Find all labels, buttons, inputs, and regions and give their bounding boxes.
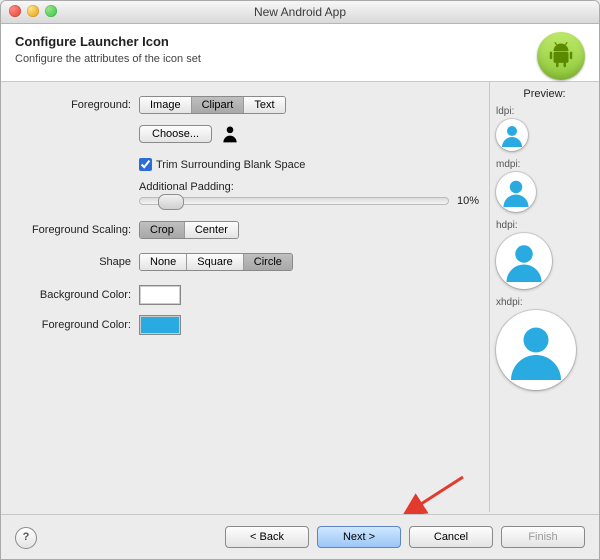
padding-label: Additional Padding: <box>139 181 234 193</box>
wizard-header: Configure Launcher Icon Configure the at… <box>1 24 599 82</box>
shape-label: Shape <box>11 256 139 268</box>
cancel-button[interactable]: Cancel <box>409 526 493 548</box>
page-title: Configure Launcher Icon <box>15 34 585 49</box>
minimize-icon[interactable] <box>27 5 39 17</box>
shape-tabs: None Square Circle <box>139 253 293 271</box>
back-button[interactable]: < Back <box>225 526 309 548</box>
preview-label-0: ldpi: <box>496 106 593 117</box>
foreground-tab-clipart[interactable]: Clipart <box>192 97 245 113</box>
close-icon[interactable] <box>9 5 21 17</box>
trim-checkbox[interactable]: Trim Surrounding Blank Space <box>139 158 305 171</box>
scaling-tabs: Crop Center <box>139 221 239 239</box>
bg-color-label: Background Color: <box>11 289 139 301</box>
trim-checkbox-input[interactable] <box>139 158 152 171</box>
page-subtitle: Configure the attributes of the icon set <box>15 53 585 65</box>
help-icon[interactable]: ? <box>15 527 37 549</box>
next-button[interactable]: Next > <box>317 526 401 548</box>
selected-clipart-icon <box>220 124 240 144</box>
fg-color-swatch[interactable] <box>139 315 181 335</box>
finish-button[interactable]: Finish <box>501 526 585 548</box>
foreground-tabs: Image Clipart Text <box>139 96 286 114</box>
bg-color-swatch[interactable] <box>139 285 181 305</box>
window-title: New Android App <box>254 5 346 19</box>
preview-icon-0 <box>496 119 528 151</box>
preview-label-1: mdpi: <box>496 159 593 170</box>
form-area: Foreground: Image Clipart Text Choose... <box>1 82 489 512</box>
padding-slider-thumb[interactable] <box>158 194 184 210</box>
preview-label-2: hdpi: <box>496 220 593 231</box>
fg-color-label: Foreground Color: <box>11 319 139 331</box>
preview-icon-1 <box>496 172 536 212</box>
shape-tab-circle[interactable]: Circle <box>244 254 292 270</box>
scaling-label: Foreground Scaling: <box>11 224 139 236</box>
foreground-tab-image[interactable]: Image <box>140 97 192 113</box>
foreground-label: Foreground: <box>11 99 139 111</box>
padding-slider[interactable] <box>139 197 449 205</box>
preview-panel: Preview: ldpi: mdpi: hdpi: xhdpi: <box>489 82 599 512</box>
choose-clipart-button[interactable]: Choose... <box>139 125 212 143</box>
foreground-tab-text[interactable]: Text <box>244 97 284 113</box>
preview-title: Preview: <box>496 88 593 100</box>
shape-tab-none[interactable]: None <box>140 254 187 270</box>
preview-icon-2 <box>496 233 552 289</box>
preview-icon-3 <box>496 310 576 390</box>
window-titlebar: New Android App <box>1 1 599 24</box>
padding-value: 10% <box>457 195 479 207</box>
shape-tab-square[interactable]: Square <box>187 254 243 270</box>
android-logo-icon <box>537 32 585 80</box>
scaling-tab-crop[interactable]: Crop <box>140 222 185 238</box>
wizard-footer: ? < Back Next > Cancel Finish <box>1 514 599 559</box>
zoom-icon[interactable] <box>45 5 57 17</box>
trim-label: Trim Surrounding Blank Space <box>156 159 305 171</box>
preview-label-3: xhdpi: <box>496 297 593 308</box>
scaling-tab-center[interactable]: Center <box>185 222 238 238</box>
